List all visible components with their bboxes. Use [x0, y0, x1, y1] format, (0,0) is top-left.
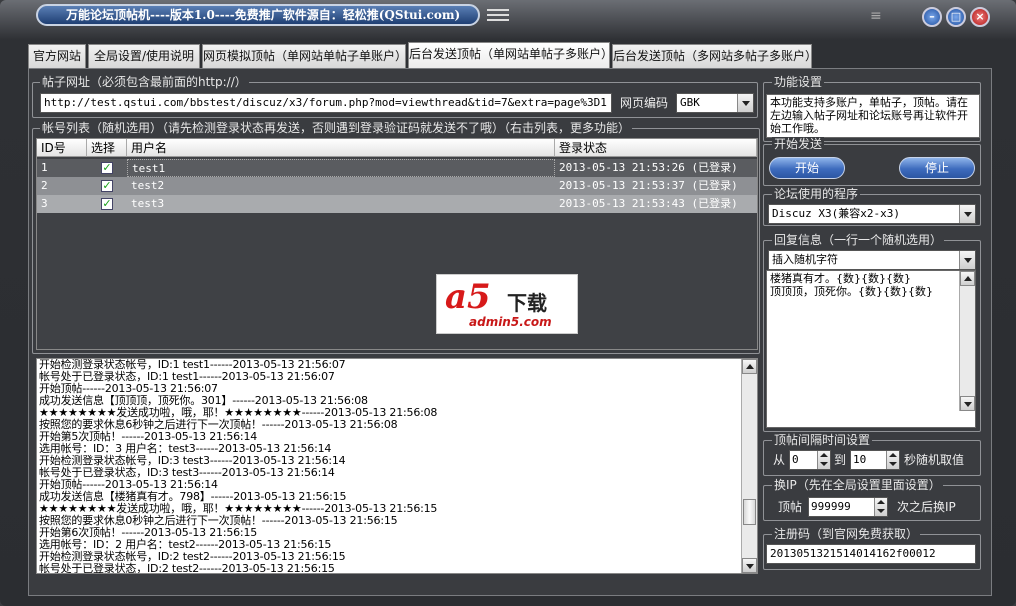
log-scrollbar[interactable]	[741, 359, 757, 573]
encoding-label: 网页编码	[620, 96, 669, 110]
interval-label: 顶帖间隔时间设置	[772, 433, 873, 447]
title-bar: 万能论坛顶帖机----版本1.0----免费推广软件源自：轻松推(QStui.c…	[0, 0, 1016, 34]
stop-button[interactable]: 停止	[899, 157, 975, 179]
scroll-up-icon[interactable]	[960, 271, 975, 286]
func-description: 本功能支持多账户，单帖子，顶帖。请在左边输入帖子网址和论坛账号再让软件开始工作哦…	[766, 94, 980, 138]
row-id: 1	[41, 161, 48, 174]
col-id[interactable]: ID号	[37, 139, 87, 157]
reg-code-input[interactable]: 2013051321514014162f00012	[766, 544, 976, 564]
row-username: test2	[131, 179, 165, 192]
tab-backend-multi-site[interactable]: 后台发送顶帖（多网站多帖子多账户）	[612, 44, 817, 68]
ip-count-stepper[interactable]: 999999	[808, 497, 888, 517]
logo-xiazai: 下载	[507, 291, 547, 315]
close-button[interactable]: ×	[970, 7, 990, 27]
tab-official-site[interactable]: 官方网站	[28, 44, 86, 68]
row-checkbox[interactable]: ✓	[101, 198, 113, 210]
logo-domain: admin5.com	[469, 315, 552, 329]
maximize-button[interactable]: □	[946, 7, 966, 27]
func-label: 功能设置	[772, 75, 825, 89]
ip-count-value: 999999	[811, 500, 851, 513]
forum-program-value: Discuz X3(兼容x2-x3)	[772, 207, 900, 220]
log-lines: 开始检测登录状态帐号，ID:1 test1------2013-05-13 21…	[37, 359, 757, 574]
post-url-label: 帖子网址（必须包含最前面的http://）	[40, 75, 249, 89]
interval-from-stepper[interactable]: 0	[789, 450, 831, 470]
log-output[interactable]: 开始检测登录状态帐号，ID:1 test1------2013-05-13 21…	[36, 358, 758, 574]
table-row[interactable]: 3 ✓ test3 2013-05-13 21:53:43 (已登录)	[37, 195, 757, 213]
encoding-select[interactable]: GBK	[676, 93, 754, 113]
chevron-down-icon[interactable]	[959, 205, 975, 223]
menu-icon[interactable]	[487, 9, 509, 23]
scroll-thumb[interactable]	[743, 499, 756, 525]
tab-web-simulate[interactable]: 网页模拟顶帖（单网站单帖子单账户）	[202, 44, 407, 68]
window-title: 万能论坛顶帖机----版本1.0----免费推广软件源自：轻松推(QStui.c…	[36, 4, 480, 26]
send-label: 开始发送	[772, 137, 825, 151]
log-line: 帐号处于已登录状态，ID:2 test2------2013-05-13 21:…	[39, 562, 335, 574]
logo-a5: a5	[445, 277, 491, 317]
row-checkbox[interactable]: ✓	[101, 180, 113, 192]
scroll-down-icon[interactable]	[960, 396, 975, 411]
reply-scrollbar[interactable]	[959, 271, 975, 411]
col-select[interactable]: 选择	[87, 139, 127, 157]
reply-line: 楼猪真有才。{数}{数}{数}	[770, 272, 911, 285]
stepper-arrows-icon[interactable]	[886, 451, 899, 469]
interval-to-stepper[interactable]: 10	[850, 450, 900, 470]
insert-random-select[interactable]: 插入随机字符	[768, 250, 976, 270]
watermark-logo: a5 下载 admin5.com	[436, 274, 578, 334]
post-url-input[interactable]: http://test.qstui.com/bbstest/discuz/x3/…	[40, 93, 612, 113]
row-username: test3	[131, 197, 165, 210]
reply-line: 顶顶顶，顶死你。{数}{数}{数}	[770, 285, 933, 298]
insert-random-value: 插入随机字符	[772, 253, 838, 266]
interval-to-value: 10	[853, 453, 867, 466]
scroll-up-icon[interactable]	[742, 359, 757, 374]
forum-program-select[interactable]: Discuz X3(兼容x2-x3)	[768, 204, 976, 224]
interval-from-value: 0	[792, 453, 799, 466]
forum-label: 论坛使用的程序	[772, 187, 861, 201]
tab-global-settings[interactable]: 全局设置/使用说明	[88, 44, 200, 68]
app-window: 万能论坛顶帖机----版本1.0----免费推广软件源自：轻松推(QStui.c…	[0, 0, 1016, 606]
scroll-down-icon[interactable]	[742, 558, 757, 573]
interval-to-label: 到	[834, 453, 847, 467]
reg-label: 注册码（到官网免费获取）	[772, 527, 921, 541]
stepper-arrows-icon[interactable]	[817, 451, 830, 469]
accounts-table[interactable]: ID号 选择 用户名 登录状态 1 ✓ test1 2013-05-13 21:…	[36, 138, 758, 350]
chevron-down-icon[interactable]	[959, 251, 975, 269]
tab-backend-single-site[interactable]: 后台发送顶帖（单网站单帖子多账户）	[408, 42, 613, 69]
stepper-arrows-icon[interactable]	[874, 498, 887, 516]
reply-label: 回复信息（一行一个随机选用）	[772, 233, 945, 247]
encoding-value: GBK	[680, 96, 700, 109]
minimize-button[interactable]: –	[922, 7, 942, 27]
reply-textarea[interactable]: 楼猪真有才。{数}{数}{数} 顶顶顶，顶死你。{数}{数}{数}	[766, 270, 976, 428]
chevron-down-icon[interactable]	[737, 94, 753, 112]
row-username: test1	[127, 159, 555, 177]
col-login-status[interactable]: 登录状态	[555, 139, 757, 157]
table-row[interactable]: 1 ✓ test1 2013-05-13 21:53:26 (已登录)	[37, 159, 757, 177]
col-username[interactable]: 用户名	[127, 139, 555, 157]
row-status: 2013-05-13 21:53:26 (已登录)	[559, 161, 738, 174]
row-id: 2	[41, 179, 48, 192]
table-row[interactable]: 2 ✓ test2 2013-05-13 21:53:37 (已登录)	[37, 177, 757, 195]
row-id: 3	[41, 197, 48, 210]
ip-prefix: 顶帖	[778, 500, 803, 514]
interval-from-label: 从	[773, 453, 786, 467]
decor-lines-icon: ≡	[870, 8, 882, 24]
start-button[interactable]: 开始	[769, 157, 845, 179]
accounts-label: 帐号列表（随机选用）（请先检测登录状态再发送，否则遇到登录验证码就发送不了哦）（…	[40, 121, 633, 135]
interval-suffix: 秒随机取值	[904, 453, 965, 467]
ip-label: 换IP（先在全局设置里面设置）	[772, 478, 943, 492]
row-checkbox[interactable]: ✓	[101, 162, 113, 174]
ip-suffix: 次之后换IP	[897, 500, 956, 514]
row-status: 2013-05-13 21:53:43 (已登录)	[559, 197, 738, 210]
row-status: 2013-05-13 21:53:37 (已登录)	[559, 179, 738, 192]
